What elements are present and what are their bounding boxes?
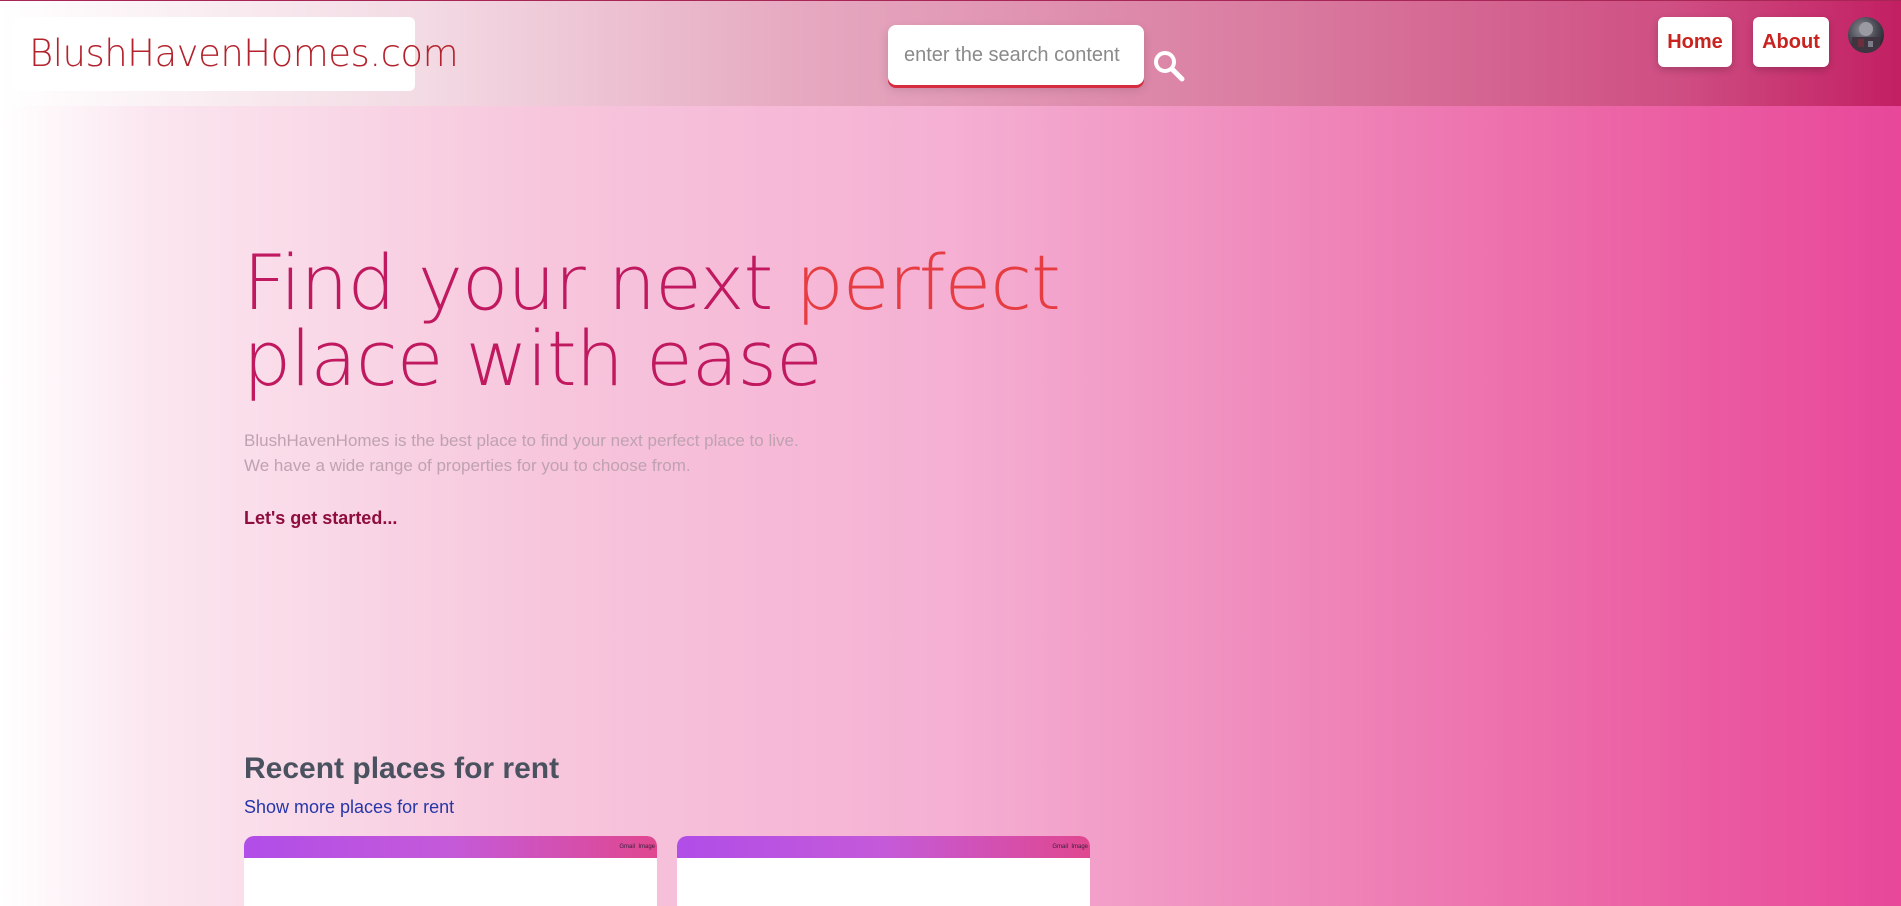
brand-logo-box[interactable]: BlushHavenHomes.com <box>13 17 459 91</box>
recent-places-title: Recent places for rent <box>244 752 560 785</box>
card-mini-label: Image <box>638 844 655 850</box>
top-navbar: BlushHavenHomes.com Home About <box>0 0 1901 106</box>
card-mini-label: Gmail <box>1052 844 1068 850</box>
card-preview-bar: Gmail Image <box>244 836 657 858</box>
hero-title-highlight: perfect <box>795 238 1060 327</box>
hero-description: BlushHavenHomes is the best place to fin… <box>244 428 799 478</box>
search-icon[interactable] <box>1152 49 1186 83</box>
search-field[interactable] <box>888 25 1144 85</box>
rental-card[interactable]: Gmail Image <box>244 836 657 906</box>
card-preview-bar: Gmail Image <box>677 836 1090 858</box>
hero-title-part2: place with ease <box>243 314 823 403</box>
hero-description-line1: BlushHavenHomes is the best place to fin… <box>244 431 799 450</box>
card-mini-label: Image <box>1071 844 1088 850</box>
nav-about-button[interactable]: About <box>1753 17 1829 67</box>
get-started-link[interactable]: Let's get started... <box>244 508 397 529</box>
card-mini-label: Gmail <box>619 844 635 850</box>
show-more-places-link[interactable]: Show more places for rent <box>244 797 454 818</box>
nav-home-button[interactable]: Home <box>1658 17 1732 67</box>
hero-description-line2: We have a wide range of properties for y… <box>244 456 691 475</box>
hero-headline: Find your next perfect place with ease <box>243 245 1061 397</box>
search-input[interactable] <box>888 25 1144 85</box>
rental-card[interactable]: Gmail Image <box>677 836 1090 906</box>
avatar[interactable] <box>1848 17 1884 53</box>
avatar-image <box>1852 22 1880 53</box>
brand-name[interactable]: BlushHavenHomes.com <box>29 32 459 75</box>
